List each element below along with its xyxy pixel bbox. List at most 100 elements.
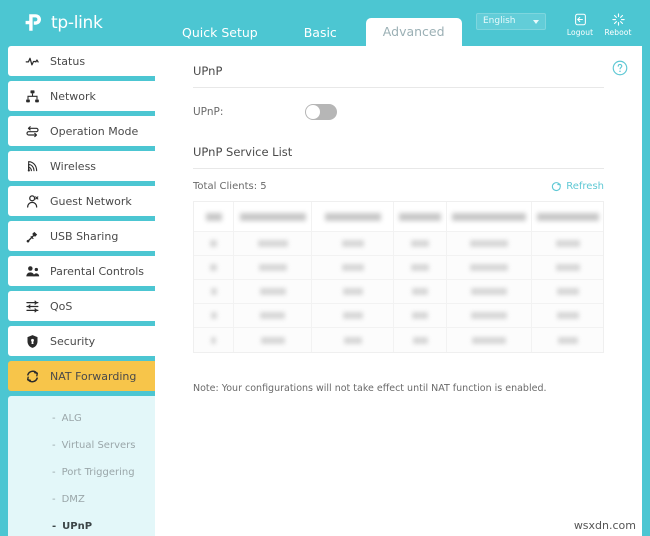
service-list-toolbar: Total Clients: 5 Refresh <box>193 169 604 199</box>
nat-note: Note: Your configurations will not take … <box>193 383 547 394</box>
table-cell <box>532 328 603 352</box>
sidebar-submenu-nat-forwarding: - ALG - Virtual Servers - Port Triggerin… <box>8 396 155 536</box>
router-admin-page: tp-link Quick Setup Basic Advanced Engli… <box>0 0 650 536</box>
submenu-dash: - <box>52 413 56 424</box>
table-header-row <box>194 202 603 232</box>
tab-quick-setup[interactable]: Quick Setup <box>165 19 275 46</box>
table-cell <box>532 304 603 328</box>
refresh-label: Refresh <box>566 180 604 192</box>
swap-arrows-icon <box>25 124 40 139</box>
submenu-dash: - <box>52 494 56 505</box>
usb-icon <box>25 229 40 244</box>
table-cell <box>312 304 394 328</box>
table-cell <box>194 280 234 304</box>
sidebar-item-operation-mode[interactable]: Operation Mode <box>8 116 155 146</box>
nat-forwarding-icon <box>25 369 40 384</box>
table-cell <box>394 280 447 304</box>
table-cell <box>394 328 447 352</box>
upnp-service-table <box>193 201 604 353</box>
table-header-cell <box>312 202 394 232</box>
table-header-cell <box>194 202 234 232</box>
upnp-section-title: UPnP <box>193 64 223 78</box>
sidebar-item-usb-sharing[interactable]: USB Sharing <box>8 221 155 251</box>
refresh-button[interactable]: Refresh <box>551 181 604 192</box>
refresh-icon <box>551 181 562 192</box>
table-row <box>194 328 603 352</box>
submenu-dash: - <box>52 467 56 478</box>
sidebar-nav: Status Network Operation Mode Wireless G… <box>8 46 155 536</box>
sidebar-item-network[interactable]: Network <box>8 81 155 111</box>
sidebar-item-wireless[interactable]: Wireless <box>8 151 155 181</box>
main-tabs: Quick Setup Basic Advanced <box>165 0 474 46</box>
sidebar-item-guest-network[interactable]: Guest Network <box>8 186 155 216</box>
submenu-dash: - <box>52 521 57 532</box>
table-cell <box>312 232 394 256</box>
sidebar-item-qos[interactable]: QoS <box>8 291 155 321</box>
app-header: tp-link Quick Setup Basic Advanced Engli… <box>0 0 650 46</box>
tab-basic[interactable]: Basic <box>287 19 354 46</box>
content-inner: UPnP UPnP: UPnP Service List Total Clien… <box>155 46 642 394</box>
table-header-cell <box>447 202 532 232</box>
table-cell <box>447 280 532 304</box>
table-cell <box>532 280 603 304</box>
table-cell <box>447 328 532 352</box>
table-cell <box>394 256 447 280</box>
sidebar-item-label: Parental Controls <box>50 264 144 278</box>
table-cell <box>447 232 532 256</box>
parental-controls-icon <box>25 264 40 279</box>
logout-label: Logout <box>566 28 594 37</box>
shield-icon <box>25 334 40 349</box>
submenu-item-label: Virtual Servers <box>61 440 136 451</box>
table-cell <box>394 304 447 328</box>
sidebar-item-label: NAT Forwarding <box>50 369 137 383</box>
table-cell <box>312 280 394 304</box>
table-cell <box>532 256 603 280</box>
sidebar-item-nat-forwarding[interactable]: NAT Forwarding <box>8 361 155 391</box>
submenu-item-upnp[interactable]: - UPnP <box>8 513 155 536</box>
total-clients-label: Total Clients: 5 <box>193 180 267 192</box>
tab-advanced[interactable]: Advanced <box>365 18 462 46</box>
submenu-item-virtual-servers[interactable]: - Virtual Servers <box>8 432 155 459</box>
table-cell <box>532 232 603 256</box>
tplink-logo-icon <box>22 11 46 35</box>
sidebar-item-status[interactable]: Status <box>8 46 155 76</box>
table-cell <box>194 232 234 256</box>
table-header-cell <box>394 202 447 232</box>
upnp-toggle-switch[interactable] <box>305 103 337 120</box>
table-cell <box>194 304 234 328</box>
help-circle-icon[interactable] <box>612 60 628 76</box>
submenu-item-port-triggering[interactable]: - Port Triggering <box>8 459 155 486</box>
table-cell <box>447 256 532 280</box>
submenu-item-label: ALG <box>61 413 82 424</box>
pulse-icon <box>25 54 40 69</box>
sidebar-item-label: Guest Network <box>50 194 132 208</box>
reboot-icon <box>600 12 636 27</box>
reboot-button[interactable]: Reboot <box>600 12 636 37</box>
brand-logo: tp-link <box>22 9 103 37</box>
language-select-value: English <box>483 16 516 26</box>
guest-user-icon <box>25 194 40 209</box>
network-tree-icon <box>25 89 40 104</box>
table-cell <box>234 328 312 352</box>
sidebar-item-parental-controls[interactable]: Parental Controls <box>8 256 155 286</box>
table-cell <box>234 304 312 328</box>
submenu-item-label: UPnP <box>62 521 93 532</box>
table-cell <box>312 256 394 280</box>
logout-icon <box>562 12 598 27</box>
main-content: UPnP UPnP: UPnP Service List Total Clien… <box>155 46 642 536</box>
chevron-down-icon <box>533 20 539 24</box>
site-watermark: wsxdn.com <box>573 519 636 532</box>
submenu-item-dmz[interactable]: - DMZ <box>8 486 155 513</box>
table-cell <box>394 232 447 256</box>
logout-button[interactable]: Logout <box>562 12 598 37</box>
table-cell <box>194 328 234 352</box>
table-cell <box>234 280 312 304</box>
sidebar-item-label: Operation Mode <box>50 124 139 138</box>
submenu-item-alg[interactable]: - ALG <box>8 405 155 432</box>
table-cell <box>447 304 532 328</box>
language-select[interactable]: English <box>476 13 546 30</box>
sidebar-item-label: QoS <box>50 299 73 313</box>
qos-sliders-icon <box>25 299 40 314</box>
service-list-title: UPnP Service List <box>193 145 293 159</box>
sidebar-item-security[interactable]: Security <box>8 326 155 356</box>
